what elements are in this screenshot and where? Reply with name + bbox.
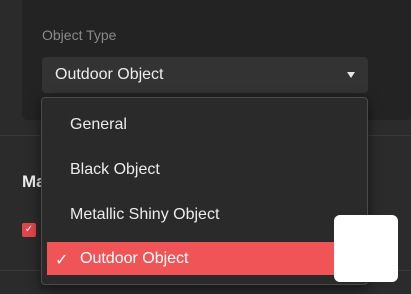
- option-label: Black Object: [70, 161, 160, 178]
- white-overlay-box: [334, 215, 398, 282]
- dropdown-option-metallic-shiny-object[interactable]: Metallic Shiny Object: [42, 197, 367, 233]
- option-label: Metallic Shiny Object: [70, 206, 220, 223]
- object-type-label: Object Type: [42, 27, 117, 43]
- checkbox[interactable]: ✓: [22, 223, 36, 237]
- dropdown-option-outdoor-object[interactable]: ✓ Outdoor Object: [47, 242, 368, 275]
- option-label: General: [70, 116, 127, 133]
- check-icon: ✓: [55, 252, 69, 269]
- caret-down-icon: [347, 72, 355, 78]
- option-label: Outdoor Object: [80, 249, 189, 267]
- dropdown-option-black-object[interactable]: Black Object: [42, 152, 367, 188]
- object-type-select[interactable]: Outdoor Object: [42, 57, 368, 93]
- checkmark-icon: ✓: [24, 224, 34, 235]
- dropdown-option-general[interactable]: General: [42, 107, 367, 143]
- section-heading: Ma: [22, 172, 42, 191]
- object-type-selected-value: Outdoor Object: [55, 66, 164, 83]
